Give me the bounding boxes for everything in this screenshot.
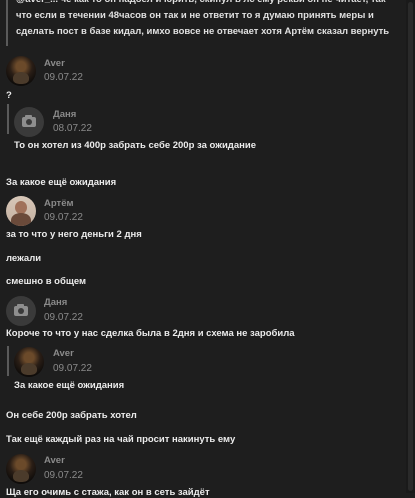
quoted-message[interactable]: @aver_... чё как то он надоел и юрить, с…	[6, 0, 406, 46]
message-text: смешно в общем	[6, 276, 87, 287]
message-author[interactable]: Aver	[44, 58, 65, 69]
message-text: За какое ещё ожидания	[14, 380, 125, 391]
quoted-line: что если в течении 48часов он так и не о…	[16, 10, 374, 21]
message-date: 09.07.22	[44, 72, 83, 83]
message-author[interactable]: Артём	[44, 198, 74, 209]
message-text: ?	[6, 90, 12, 101]
message-date: 09.07.22	[44, 470, 83, 481]
scrollbar-thumb[interactable]	[408, 2, 413, 491]
quoted-line: @aver_... чё как то он надоел и юрить, с…	[16, 0, 406, 8]
quoted-line: сделать пост в базе кидал, имхо вовсе не…	[16, 26, 390, 37]
message-author[interactable]: Даня	[44, 297, 67, 308]
avatar[interactable]	[6, 56, 36, 86]
avatar[interactable]	[6, 296, 36, 326]
message-author[interactable]: Aver	[44, 455, 65, 466]
message-author[interactable]: Aver	[53, 348, 74, 359]
message-date: 09.07.22	[44, 312, 83, 323]
camera-icon-lens	[26, 119, 32, 125]
message-date: 09.07.22	[53, 363, 92, 374]
avatar[interactable]	[14, 107, 44, 137]
scrollbar[interactable]	[406, 0, 415, 493]
avatar[interactable]	[6, 454, 36, 484]
avatar[interactable]	[14, 347, 44, 377]
reply-bar	[7, 104, 9, 134]
camera-icon-lens	[18, 308, 24, 314]
avatar[interactable]	[6, 196, 36, 226]
message-text: Короче то что у нас сделка была в 2дня и…	[6, 328, 295, 339]
message-date: 09.07.22	[44, 212, 83, 223]
message-text: За какое ещё ожидания	[6, 177, 117, 188]
message-text: Он себе 200р забрать хотел	[6, 410, 137, 421]
message-text: лежали	[6, 253, 42, 264]
reply-bar	[7, 346, 9, 376]
message-date: 08.07.22	[53, 123, 92, 134]
message-text: Так ещё каждый раз на чай просит накинут…	[6, 434, 236, 445]
message-text: То он хотел из 400р забрать себе 200р за…	[14, 140, 256, 151]
message-text: за то что у него деньги 2 дня	[6, 229, 142, 240]
message-author[interactable]: Даня	[53, 109, 76, 120]
